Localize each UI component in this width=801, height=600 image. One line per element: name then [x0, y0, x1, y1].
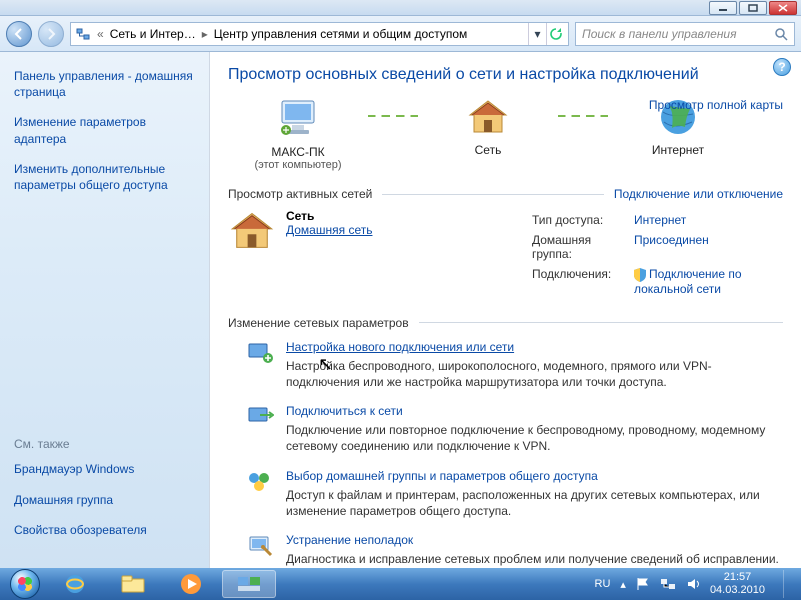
sidebar-homegroup[interactable]: Домашняя группа — [14, 492, 195, 508]
map-pc-sub: (этот компьютер) — [228, 159, 368, 171]
back-button[interactable] — [6, 21, 32, 47]
troubleshoot-icon — [246, 533, 274, 557]
task-homegroup: Выбор домашней группы и параметров общег… — [246, 469, 783, 519]
task-troubleshoot-link[interactable]: Устранение неполадок — [286, 533, 413, 547]
toolbar: « Сеть и Интер… ▸ Центр управления сетям… — [0, 16, 801, 52]
task-troubleshoot: Устранение неполадок Диагностика и испра… — [246, 533, 783, 567]
task-list: Настройка нового подключения или сети ↖ … — [228, 340, 783, 567]
shield-icon — [634, 268, 646, 282]
map-internet-name: Интернет — [608, 143, 748, 157]
search-icon — [774, 27, 788, 41]
close-button[interactable] — [769, 1, 797, 15]
seealso-header: См. также — [14, 437, 195, 451]
page-title: Просмотр основных сведений о сети и наст… — [228, 66, 783, 84]
task-homegroup-link[interactable]: Выбор домашней группы и параметров общег… — [286, 469, 598, 483]
window-titlebar — [0, 0, 801, 16]
connection-link[interactable]: Подключение по локальной сети — [634, 267, 742, 296]
sidebar-sharing-settings[interactable]: Изменить дополнительные параметры общего… — [14, 161, 195, 193]
tray-time: 21:57 — [710, 571, 765, 584]
tray-clock[interactable]: 21:57 04.03.2010 — [710, 571, 769, 597]
task-new-connection-desc: Настройка беспроводного, широкополосного… — [286, 358, 783, 390]
access-type-value: Интернет — [630, 211, 781, 229]
taskbar: RU ▴ 21:57 04.03.2010 — [0, 568, 801, 600]
search-placeholder: Поиск в панели управления — [582, 27, 737, 41]
show-desktop-button[interactable] — [783, 570, 795, 598]
connect-disconnect-link[interactable]: Подключение или отключение — [614, 187, 783, 201]
homegroup-label: Домашняя группа: — [528, 231, 628, 263]
view-full-map[interactable]: Просмотр полной карты — [649, 98, 783, 112]
main-content: ? Просмотр основных сведений о сети и на… — [210, 52, 801, 568]
sidebar-adapter-settings[interactable]: Изменение параметров адаптера — [14, 114, 195, 146]
task-new-connection-link[interactable]: Настройка нового подключения или сети — [286, 340, 514, 354]
task-troubleshoot-desc: Диагностика и исправление сетевых пробле… — [286, 551, 779, 567]
tray-date: 04.03.2010 — [710, 584, 765, 597]
this-pc-icon — [276, 98, 320, 138]
connections-label: Подключения: — [528, 265, 628, 298]
map-network-name: Сеть — [418, 143, 558, 157]
sidebar: Панель управления - домашняя страница Из… — [0, 52, 210, 568]
active-network-icon — [228, 209, 276, 253]
start-button[interactable] — [6, 569, 44, 599]
breadcrumb-chevron-icon: « — [97, 27, 104, 41]
tray-language[interactable]: RU — [595, 578, 611, 590]
change-params-header: Изменение сетевых параметров — [228, 316, 409, 330]
search-box[interactable]: Поиск в панели управления — [575, 22, 795, 46]
forward-button[interactable] — [38, 21, 64, 47]
taskbar-wmp[interactable] — [164, 570, 218, 598]
maximize-button[interactable] — [739, 1, 767, 15]
sidebar-firewall[interactable]: Брандмауэр Windows — [14, 461, 195, 477]
breadcrumb-root[interactable]: Сеть и Интер… — [110, 27, 196, 41]
taskbar-explorer[interactable] — [106, 570, 160, 598]
refresh-button[interactable] — [546, 23, 564, 45]
sidebar-internet-options[interactable]: Свойства обозревателя — [14, 522, 195, 538]
active-networks-header: Просмотр активных сетей — [228, 187, 372, 201]
new-connection-icon — [246, 340, 274, 364]
system-tray: RU ▴ 21:57 04.03.2010 — [595, 570, 795, 598]
network-map: Просмотр полной карты МАКС-ПК (этот комп… — [228, 98, 783, 171]
taskbar-ie[interactable] — [48, 570, 102, 598]
network-icon — [75, 26, 91, 42]
tray-show-hidden-icon[interactable]: ▴ — [620, 578, 626, 591]
connect-icon — [246, 404, 274, 428]
homegroup-icon — [246, 469, 274, 493]
address-bar[interactable]: « Сеть и Интер… ▸ Центр управления сетям… — [70, 22, 569, 46]
access-type-label: Тип доступа: — [528, 211, 628, 229]
addr-dropdown-button[interactable]: ▾ — [528, 23, 546, 45]
help-icon[interactable]: ? — [773, 58, 791, 76]
task-new-connection: Настройка нового подключения или сети ↖ … — [246, 340, 783, 390]
task-connect-desc: Подключение или повторное подключение к … — [286, 422, 783, 454]
taskbar-control-panel[interactable] — [222, 570, 276, 598]
active-network-name: Сеть — [286, 209, 372, 223]
active-network-type[interactable]: Домашняя сеть — [286, 223, 372, 237]
tray-network-icon[interactable] — [660, 577, 676, 591]
map-pc-name: МАКС-ПК — [228, 145, 368, 159]
breadcrumb-leaf[interactable]: Центр управления сетями и общим доступом — [214, 27, 468, 41]
tray-volume-icon[interactable] — [686, 577, 700, 591]
sidebar-home[interactable]: Панель управления - домашняя страница — [14, 68, 195, 100]
minimize-button[interactable] — [709, 1, 737, 15]
task-connect: Подключиться к сети Подключение или повт… — [246, 404, 783, 454]
breadcrumb-sep-icon: ▸ — [202, 27, 208, 41]
task-homegroup-desc: Доступ к файлам и принтерам, расположенн… — [286, 487, 783, 519]
homegroup-value[interactable]: Присоединен — [634, 233, 709, 247]
tray-flag-icon[interactable] — [636, 577, 650, 591]
task-connect-link[interactable]: Подключиться к сети — [286, 404, 403, 418]
network-icon — [466, 98, 510, 136]
